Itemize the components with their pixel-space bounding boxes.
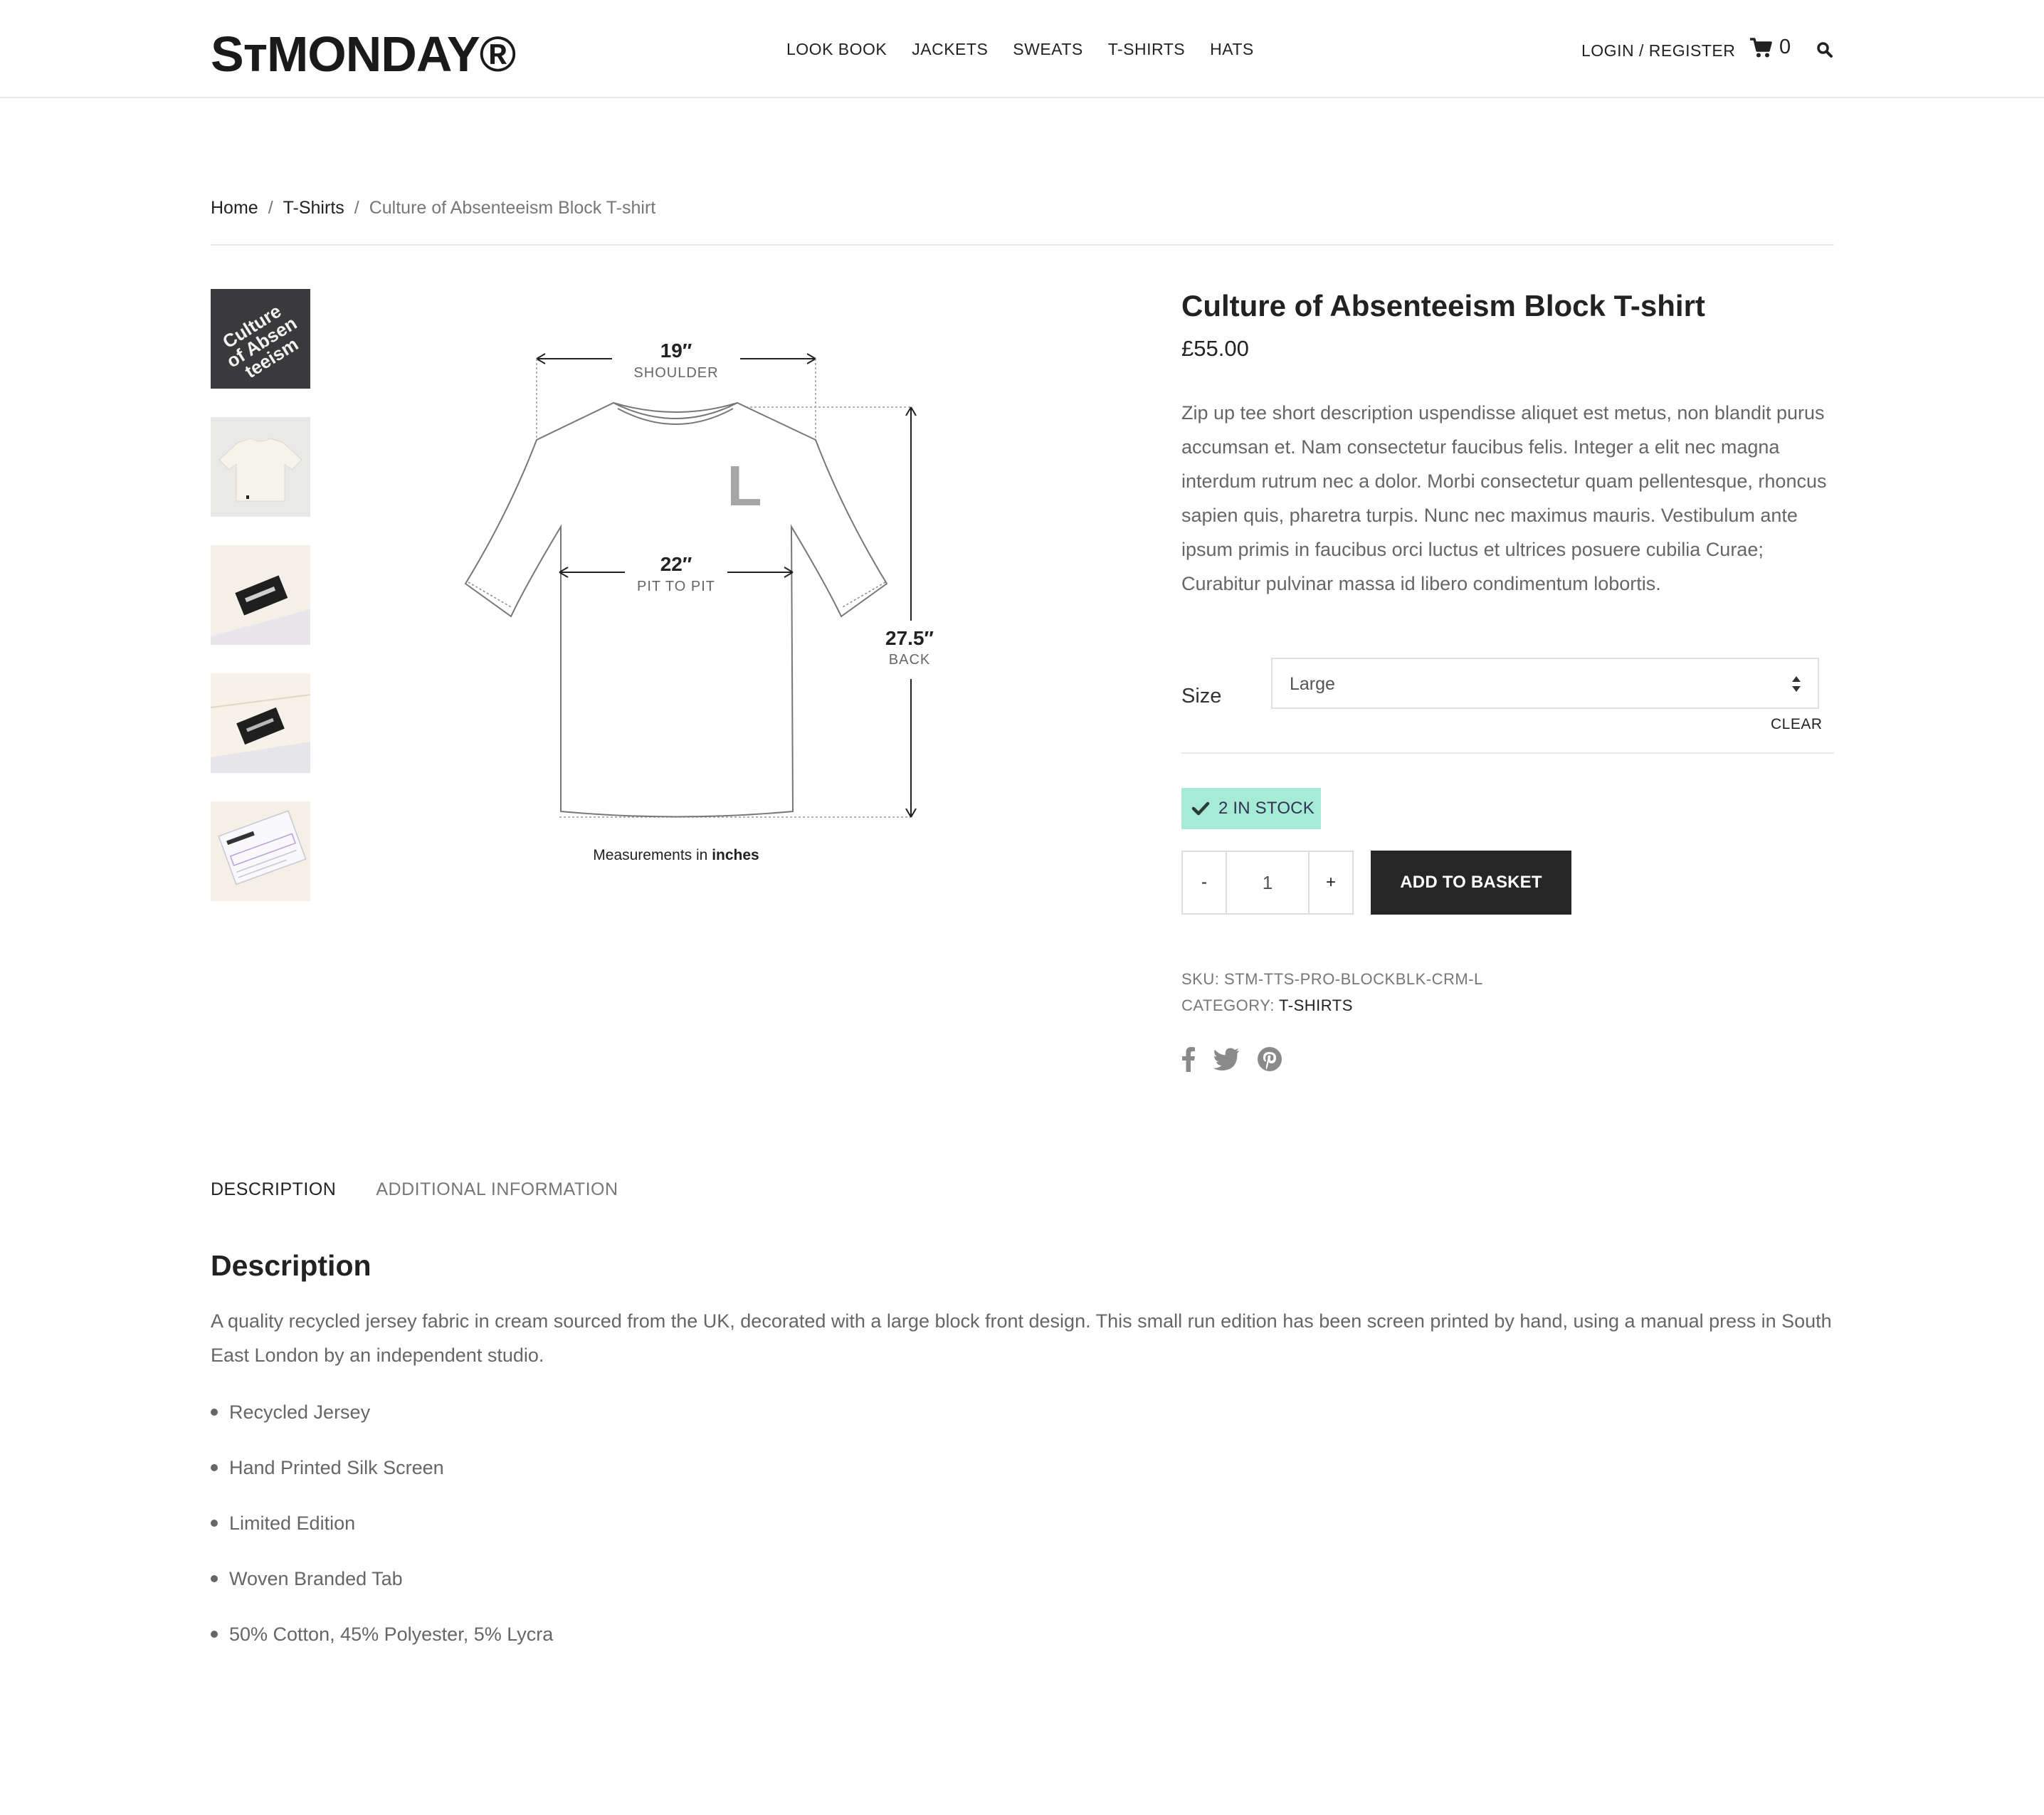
facebook-icon[interactable]: [1181, 1046, 1196, 1072]
product-tabs: DESCRIPTION ADDITIONAL INFORMATION: [211, 1178, 618, 1201]
sku-line: SKU: STM-TTS-PRO-BLOCKBLK-CRM-L: [1181, 969, 1483, 990]
product-price: £55.00: [1181, 336, 1249, 361]
caption-unit: inches: [712, 847, 759, 863]
breadcrumb: Home / T-Shirts / Culture of Absenteeism…: [211, 196, 655, 219]
bullet: [211, 1631, 218, 1638]
back-label: BACK: [889, 652, 930, 668]
quantity-increase-button[interactable]: +: [1310, 852, 1352, 913]
breadcrumb-separator: /: [354, 198, 359, 218]
feature-text: Woven Branded Tab: [229, 1568, 403, 1589]
description-body: A quality recycled jersey fabric in crea…: [211, 1310, 1832, 1366]
thumbnail-1[interactable]: Culture of Absen teeism: [211, 289, 310, 389]
breadcrumb-divider: [211, 244, 1834, 246]
category-link[interactable]: T-SHIRTS: [1279, 996, 1353, 1014]
nav-item-look-book[interactable]: LOOK BOOK: [786, 37, 887, 61]
thumbnail-3[interactable]: [211, 545, 310, 645]
list-item: Recycled Jersey: [211, 1398, 370, 1426]
product-short-description: Zip up tee short description uspendisse …: [1181, 402, 1827, 594]
feature-text: Hand Printed Silk Screen: [229, 1457, 444, 1478]
breadcrumb-category[interactable]: T-Shirts: [283, 196, 344, 219]
bullet: [211, 1520, 218, 1527]
thumbnail-tab-image: [211, 673, 310, 773]
back-value: 27.5″: [885, 627, 934, 649]
tshirt-outline: [464, 401, 888, 818]
thumbnail-care-label-image: [211, 801, 310, 901]
quantity-stepper: - 1 +: [1181, 851, 1354, 915]
search-button[interactable]: [1816, 41, 1833, 62]
thumbnail-4[interactable]: [211, 673, 310, 773]
sku-label: SKU:: [1181, 970, 1220, 988]
breadcrumb-separator: /: [268, 198, 273, 218]
nav-item-t-shirts[interactable]: T-SHIRTS: [1108, 37, 1185, 61]
quantity-input[interactable]: 1: [1226, 852, 1310, 913]
list-item: Limited Edition: [211, 1509, 355, 1537]
category-line: CATEGORY: T-SHIRTS: [1181, 995, 1353, 1016]
list-item: Woven Branded Tab: [211, 1564, 403, 1593]
size-label: Size: [1181, 685, 1222, 707]
thumbnail-2[interactable]: [211, 417, 310, 517]
pinterest-icon[interactable]: [1257, 1046, 1282, 1072]
pit-value: 22″: [660, 553, 692, 575]
stock-badge: 2 IN STOCK: [1181, 788, 1321, 829]
select-arrows-icon: [1792, 676, 1801, 692]
check-icon: [1191, 801, 1210, 816]
list-item: Hand Printed Silk Screen: [211, 1453, 444, 1482]
shoulder-value: 19″: [660, 340, 692, 362]
quantity-decrease-button[interactable]: -: [1183, 852, 1226, 913]
tab-description[interactable]: DESCRIPTION: [211, 1178, 336, 1201]
category-label: CATEGORY:: [1181, 996, 1275, 1014]
product-title: Culture of Absenteeism Block T-shirt: [1181, 289, 1705, 322]
shoulder-label: SHOULDER: [633, 365, 718, 381]
clear-size-link[interactable]: CLEAR: [1771, 715, 1823, 735]
cart-icon: [1750, 37, 1772, 57]
nav-item-jackets[interactable]: JACKETS: [912, 37, 988, 61]
size-select[interactable]: Large: [1271, 658, 1819, 709]
product-main-image[interactable]: 19″ SHOULDER L 22″ PIT TO PIT 27.5″ BACK…: [399, 299, 996, 883]
description-heading: Description: [211, 1249, 372, 1282]
sku-value: STM-TTS-PRO-BLOCKBLK-CRM-L: [1223, 970, 1483, 988]
list-item: 50% Cotton, 45% Polyester, 5% Lycra: [211, 1620, 553, 1648]
variations-divider: [1181, 752, 1834, 754]
main-nav: LOOK BOOK JACKETS SWEATS T-SHIRTS HATS: [786, 37, 1279, 61]
bullet: [211, 1575, 218, 1582]
nav-item-sweats[interactable]: SWEATS: [1013, 37, 1082, 61]
search-icon: [1817, 42, 1833, 58]
thumbnail-5[interactable]: [211, 801, 310, 901]
cart-count: 0: [1779, 36, 1791, 58]
thumbnail-print-image: Culture of Absen teeism: [211, 289, 310, 389]
size-chart-diagram: 19″ SHOULDER L 22″ PIT TO PIT 27.5″ BACK…: [464, 335, 947, 863]
cart-button[interactable]: 0: [1749, 36, 1791, 59]
tab-additional-information[interactable]: ADDITIONAL INFORMATION: [376, 1178, 618, 1201]
bullet: [211, 1464, 218, 1471]
social-share: [1181, 1046, 1282, 1072]
thumbnail-label-image: [211, 545, 310, 645]
stock-text: 2 IN STOCK: [1218, 799, 1315, 818]
site-header: SᴛMONDAY® LOOK BOOK JACKETS SWEATS T-SHI…: [0, 0, 2044, 98]
breadcrumb-home[interactable]: Home: [211, 196, 258, 219]
feature-text: Recycled Jersey: [229, 1401, 371, 1423]
login-register-link[interactable]: LOGIN / REGISTER: [1581, 40, 1735, 61]
pit-label: PIT TO PIT: [637, 579, 715, 594]
measurements-caption: Measurements in inches: [593, 847, 759, 863]
add-to-basket-button[interactable]: ADD TO BASKET: [1371, 851, 1571, 915]
breadcrumb-current: Culture of Absenteeism Block T-shirt: [369, 198, 656, 218]
feature-text: 50% Cotton, 45% Polyester, 5% Lycra: [229, 1624, 554, 1645]
size-letter: L: [727, 454, 762, 517]
twitter-icon[interactable]: [1213, 1048, 1240, 1070]
caption-prefix: Measurements in: [593, 847, 712, 863]
feature-text: Limited Edition: [229, 1512, 356, 1534]
brand-logo[interactable]: SᴛMONDAY®: [211, 26, 516, 83]
size-select-value: Large: [1290, 674, 1335, 694]
bullet: [211, 1409, 218, 1416]
nav-item-hats[interactable]: HATS: [1210, 37, 1254, 61]
thumbnail-tshirt-image: [211, 417, 310, 517]
